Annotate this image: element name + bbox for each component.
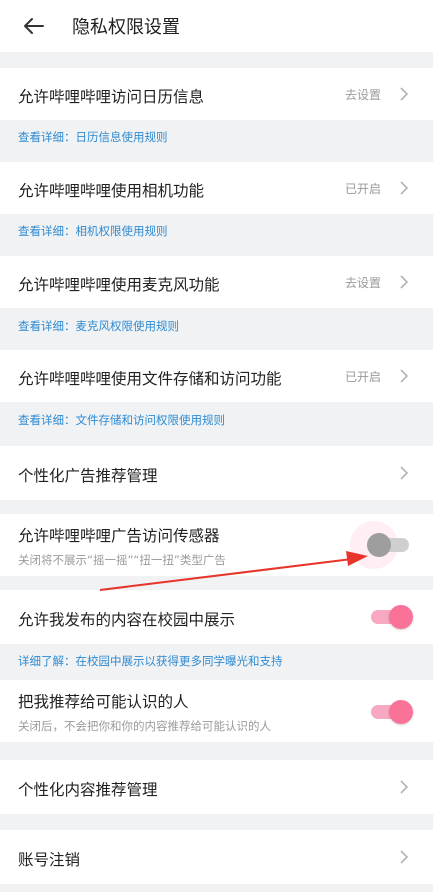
annotation-arrow bbox=[99, 551, 368, 591]
